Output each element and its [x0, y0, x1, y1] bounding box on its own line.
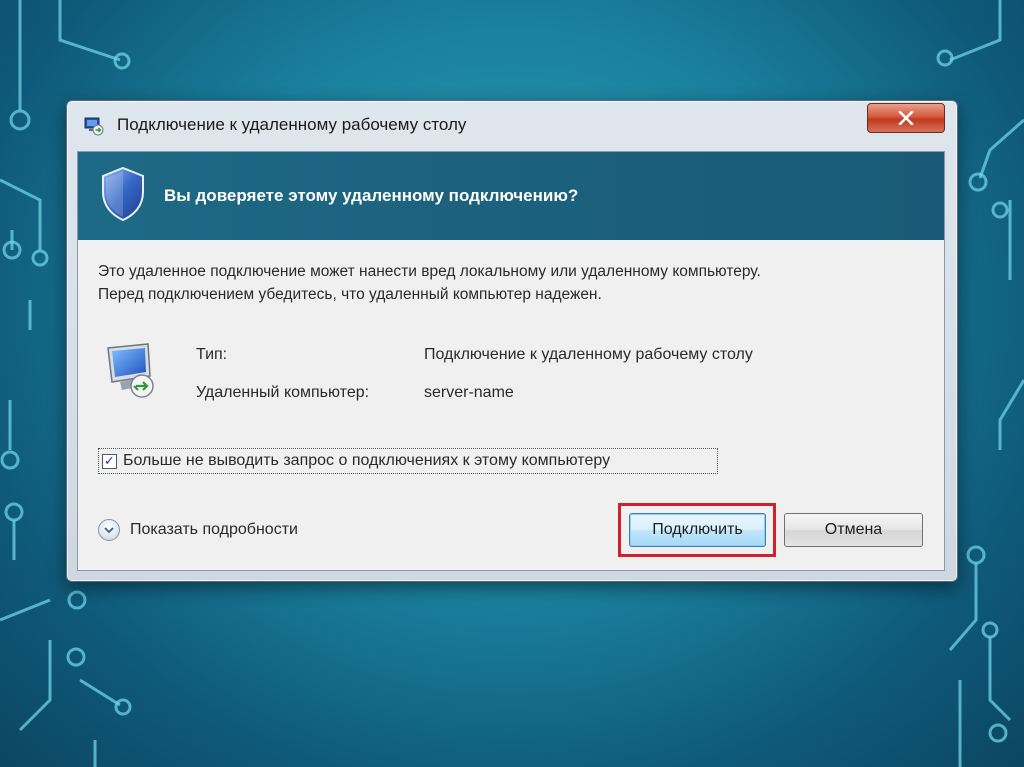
- chevron-down-icon[interactable]: [98, 519, 120, 541]
- cancel-button[interactable]: Отмена: [784, 513, 923, 547]
- dont-ask-again-label[interactable]: Больше не выводить запрос о подключениях…: [123, 452, 610, 470]
- show-details-toggle[interactable]: Показать подробности: [98, 516, 298, 544]
- checkmark-icon: ✓: [104, 453, 115, 469]
- dont-ask-again-checkbox[interactable]: ✓: [102, 453, 117, 469]
- description-text: Это удаленное подключение может нанести …: [98, 260, 938, 306]
- dialog-content: Вы доверяете этому удаленному подключени…: [77, 151, 945, 571]
- type-label: Тип:: [196, 346, 228, 363]
- title-bar[interactable]: Подключение к удаленному рабочему столу: [67, 101, 957, 151]
- window-title: Подключение к удаленному рабочему столу: [117, 115, 467, 134]
- remote-computer-value: server-name: [424, 384, 514, 401]
- close-button[interactable]: [867, 103, 945, 133]
- banner-question: Вы доверяете этому удаленному подключени…: [164, 186, 579, 205]
- type-value: Подключение к удаленному рабочему столу: [424, 346, 753, 363]
- description-line-1: Это удаленное подключение может нанести …: [98, 263, 761, 280]
- close-icon: [898, 111, 914, 125]
- rdp-dialog-window: Подключение к удаленному рабочему столу: [66, 100, 958, 582]
- warning-banner: Вы доверяете этому удаленному подключени…: [78, 152, 944, 240]
- monitor-icon: [107, 343, 154, 398]
- shield-icon: [102, 166, 144, 222]
- dont-ask-again-option[interactable]: ✓ Больше не выводить запрос о подключени…: [98, 448, 718, 474]
- description-line-2: Перед подключением убедитесь, что удален…: [98, 286, 602, 303]
- remote-desktop-icon: [84, 117, 104, 136]
- show-details-label[interactable]: Показать подробности: [130, 521, 298, 539]
- connect-button[interactable]: Подключить: [629, 513, 766, 547]
- remote-computer-label: Удаленный компьютер:: [196, 384, 370, 401]
